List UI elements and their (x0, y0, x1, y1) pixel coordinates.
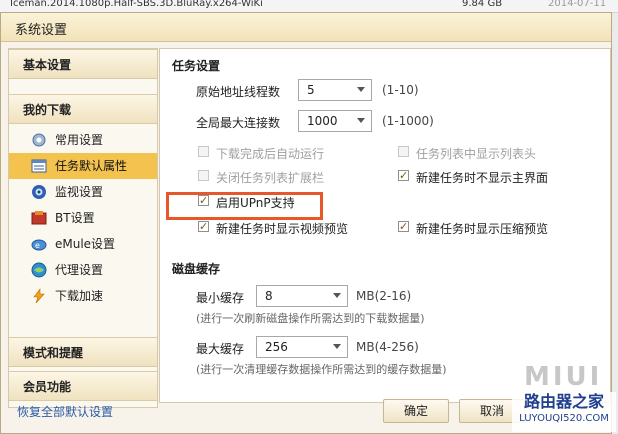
task-settings-group-title: 任务设置 (172, 59, 221, 73)
max-cache-select[interactable]: 256 (256, 336, 348, 358)
checkbox-label: 任务列表中显示列表头 (416, 147, 537, 161)
sidebar-item-common-settings[interactable]: 常用设置 (9, 127, 157, 153)
background-size: 9.84 GB (462, 0, 503, 9)
checkbox-label: 下载完成后自动运行 (216, 147, 325, 161)
max-cache-note: (进行一次清理缓存数据操作所需达到的缓存数据量) (196, 363, 447, 376)
checkbox-box[interactable] (198, 170, 209, 181)
settings-sidebar: 基本设置 我的下载 常用设置 任务默认属性 监视设置 BT设置 e eMule设… (8, 48, 158, 408)
max-cache-label: 最大缓存 (196, 342, 245, 356)
sidebar-item-label: 任务默认属性 (55, 159, 128, 173)
origin-threads-value: 5 (307, 83, 315, 97)
sidebar-item-label: eMule设置 (55, 237, 116, 251)
emule-icon: e (31, 236, 47, 252)
min-cache-select[interactable]: 8 (256, 285, 348, 307)
sidebar-item-emule-settings[interactable]: e eMule设置 (9, 231, 157, 257)
max-cache-range: MB(4-256) (356, 340, 419, 354)
origin-threads-range: (1-10) (382, 83, 419, 97)
global-max-connections-range: (1-1000) (382, 114, 434, 128)
min-cache-label: 最小缓存 (196, 291, 245, 305)
chevron-down-icon (357, 87, 365, 92)
checkbox-box[interactable] (398, 146, 409, 157)
sidebar-section-my-downloads[interactable]: 我的下载 (9, 94, 157, 124)
restore-defaults-link[interactable]: 恢复全部默认设置 (17, 403, 113, 420)
ok-button[interactable]: 确定 (383, 399, 449, 423)
upnp-highlight-box (166, 192, 323, 220)
sidebar-item-label: 常用设置 (55, 133, 104, 147)
checkbox-box[interactable] (198, 146, 209, 157)
site-watermark: 路由器之家 LUYOUQI520.COM (512, 392, 616, 432)
sidebar-section-mode-and-reminder[interactable]: 模式和提醒 (9, 337, 157, 367)
chevron-down-icon (357, 118, 365, 123)
checkbox-label: 新建任务时显示视频预览 (216, 222, 349, 236)
lightning-icon (31, 288, 47, 304)
min-cache-range: MB(2-16) (356, 289, 412, 303)
global-max-connections-label: 全局最大连接数 (196, 116, 281, 130)
bt-icon (31, 210, 47, 226)
disk-cache-group-title: 磁盘缓存 (172, 262, 221, 276)
sidebar-item-label: 下载加速 (55, 289, 104, 303)
checkmark-icon[interactable]: ✓ (398, 221, 409, 232)
sidebar-item-monitor-settings[interactable]: 监视设置 (9, 179, 157, 205)
sidebar-item-download-acceleration[interactable]: 下载加速 (9, 283, 157, 309)
max-cache-value: 256 (265, 340, 288, 354)
dialog-titlebar[interactable]: 系统设置 (1, 13, 611, 42)
chevron-down-icon (333, 344, 341, 349)
list-icon (31, 158, 47, 174)
background-filename: Iceman.2014.1080p.Half-SBS.3D.BluRay.x26… (10, 0, 263, 9)
sidebar-section-member-features[interactable]: 会员功能 (9, 371, 157, 401)
sidebar-item-task-default-properties[interactable]: 任务默认属性 (9, 153, 157, 179)
task-default-properties-panel: 任务设置 原始地址线程数 5 (1-10) 全局最大连接数 1000 (1-10… (159, 48, 611, 403)
monitor-icon (31, 184, 47, 200)
min-cache-note: (进行一次刷新磁盘操作所需达到的下载数据量) (196, 312, 425, 325)
origin-threads-label: 原始地址线程数 (196, 85, 281, 99)
system-settings-dialog: 系统设置 基本设置 我的下载 常用设置 任务默认属性 监视设置 BT设置 e e… (0, 12, 612, 434)
dialog-title: 系统设置 (15, 23, 68, 38)
checkbox-label: 新建任务时不显示主界面 (416, 171, 549, 185)
checkbox-label: 关闭任务列表扩展栏 (216, 171, 325, 185)
gear-icon (31, 132, 47, 148)
checkmark-icon[interactable]: ✓ (198, 221, 209, 232)
site-watermark-url: LUYOUQI520.COM (519, 413, 609, 424)
sidebar-item-label: BT设置 (55, 211, 95, 225)
sidebar-section-basic-settings[interactable]: 基本设置 (9, 49, 157, 79)
origin-threads-select[interactable]: 5 (298, 79, 372, 101)
chevron-down-icon (333, 293, 341, 298)
global-max-connections-value: 1000 (307, 114, 338, 128)
checkbox-label: 新建任务时显示压缩预览 (416, 222, 549, 236)
sidebar-item-label: 代理设置 (55, 263, 104, 277)
svg-text:e: e (35, 241, 40, 250)
site-watermark-name: 路由器之家 (523, 392, 604, 411)
sidebar-item-label: 监视设置 (55, 185, 104, 199)
sidebar-item-bt-settings[interactable]: BT设置 (9, 205, 157, 231)
checkmark-icon[interactable]: ✓ (398, 170, 409, 181)
background-date: 2014-07-11 (548, 0, 607, 9)
sidebar-item-proxy-settings[interactable]: 代理设置 (9, 257, 157, 283)
proxy-icon (31, 262, 47, 278)
miui-watermark: MIUI (524, 362, 603, 392)
min-cache-value: 8 (265, 289, 273, 303)
global-max-connections-select[interactable]: 1000 (298, 110, 372, 132)
